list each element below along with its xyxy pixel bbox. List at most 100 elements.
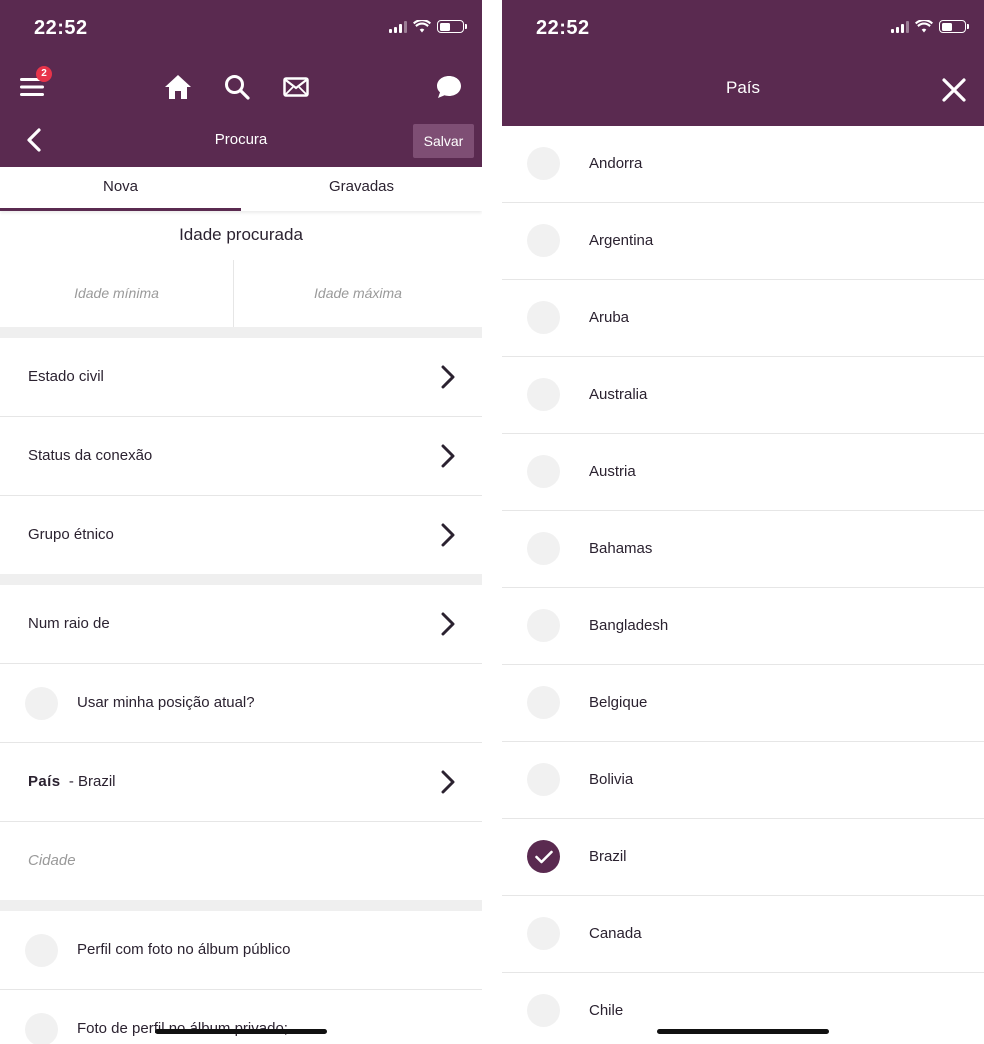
top-navigation: 2 bbox=[0, 66, 482, 108]
country-option[interactable]: Bolivia bbox=[502, 742, 984, 819]
country-picker-screen: 22:52 País Andorra Argentina Aruba Australi… bbox=[502, 0, 984, 1044]
country-option[interactable]: Canada bbox=[502, 896, 984, 973]
check-icon bbox=[534, 850, 553, 863]
country-name: Bangladesh bbox=[589, 617, 669, 634]
public-album-radio[interactable] bbox=[25, 934, 58, 967]
wifi-icon bbox=[413, 20, 431, 33]
connection-status-row[interactable]: Status da conexão bbox=[0, 417, 482, 496]
status-bar: 22:52 bbox=[0, 0, 482, 56]
battery-icon bbox=[939, 20, 969, 33]
chevron-right-icon bbox=[441, 523, 455, 547]
search-button[interactable] bbox=[222, 72, 252, 102]
country-radio[interactable] bbox=[527, 301, 560, 334]
radius-label: Num raio de bbox=[28, 615, 110, 632]
close-button[interactable] bbox=[940, 76, 968, 104]
section-divider bbox=[0, 900, 482, 911]
use-location-radio[interactable] bbox=[25, 687, 58, 720]
country-option[interactable]: Bahamas bbox=[502, 511, 984, 588]
battery-icon bbox=[437, 20, 467, 33]
country-name: Austria bbox=[589, 463, 636, 480]
search-icon bbox=[225, 75, 250, 100]
country-radio[interactable] bbox=[527, 378, 560, 411]
country-option[interactable]: Bangladesh bbox=[502, 588, 984, 665]
chevron-right-icon bbox=[441, 365, 455, 389]
city-input-row[interactable]: Cidade bbox=[0, 822, 482, 900]
wifi-icon bbox=[915, 20, 933, 33]
use-current-location-row[interactable]: Usar minha posição atual? bbox=[0, 664, 482, 743]
title-bar: Procura Salvar bbox=[0, 118, 482, 162]
country-option[interactable]: Aruba bbox=[502, 280, 984, 357]
country-name: Andorra bbox=[589, 155, 643, 172]
header: 22:52 2 Procura Salvar bbox=[0, 0, 482, 167]
screen-separator bbox=[482, 0, 502, 1044]
home-indicator[interactable] bbox=[155, 1029, 327, 1034]
country-name: Australia bbox=[589, 386, 648, 403]
chat-icon bbox=[437, 76, 461, 98]
min-age-input[interactable]: Idade mínima bbox=[0, 260, 234, 327]
radius-row[interactable]: Num raio de bbox=[0, 585, 482, 664]
country-name: Canada bbox=[589, 925, 642, 942]
modal-title: País bbox=[725, 78, 761, 97]
country-radio[interactable] bbox=[527, 455, 560, 488]
country-option[interactable]: Andorra bbox=[502, 126, 984, 203]
age-section-title: Idade procurada bbox=[179, 225, 303, 244]
age-range: Idade mínima Idade máxima bbox=[0, 260, 482, 327]
max-age-input[interactable]: Idade máxima bbox=[234, 260, 482, 327]
country-radio[interactable] bbox=[527, 763, 560, 796]
city-input[interactable]: Cidade bbox=[28, 822, 76, 900]
country-option[interactable]: Brazil bbox=[502, 819, 984, 896]
country-option[interactable]: Belgique bbox=[502, 665, 984, 742]
country-radio[interactable] bbox=[527, 609, 560, 642]
country-option[interactable]: Austria bbox=[502, 434, 984, 511]
country-name: Brazil bbox=[589, 848, 627, 865]
private-album-photo-row[interactable]: Foto de perfil no álbum privado; bbox=[0, 990, 482, 1044]
connection-status-label: Status da conexão bbox=[28, 447, 153, 464]
country-field-name: País bbox=[28, 773, 61, 790]
public-album-label: Perfil com foto no álbum público bbox=[77, 941, 291, 958]
close-icon bbox=[942, 78, 966, 102]
search-screen: 22:52 2 Procura Salvar Nova Gravadas Ida… bbox=[0, 0, 482, 1044]
chevron-right-icon bbox=[441, 612, 455, 636]
country-list: Andorra Argentina Aruba Australia Austria Bah… bbox=[502, 126, 984, 1044]
country-option[interactable]: Argentina bbox=[502, 203, 984, 280]
country-radio[interactable] bbox=[527, 994, 560, 1027]
chevron-right-icon bbox=[441, 770, 455, 794]
country-name: Chile bbox=[589, 1002, 624, 1019]
country-radio[interactable] bbox=[527, 917, 560, 950]
country-radio[interactable] bbox=[527, 224, 560, 257]
page-title: Procura bbox=[214, 131, 268, 148]
country-radio-selected[interactable] bbox=[527, 840, 560, 873]
marital-status-row[interactable]: Estado civil bbox=[0, 338, 482, 417]
messages-button[interactable] bbox=[281, 72, 311, 102]
country-name: Aruba bbox=[589, 309, 630, 326]
country-radio[interactable] bbox=[527, 532, 560, 565]
tab-bar: Nova Gravadas bbox=[0, 167, 482, 211]
status-time: 22:52 bbox=[536, 17, 590, 39]
cellular-signal-icon bbox=[389, 20, 407, 33]
ethnic-group-row[interactable]: Grupo étnico bbox=[0, 496, 482, 574]
tab-nova[interactable]: Nova bbox=[0, 167, 241, 211]
country-radio[interactable] bbox=[527, 686, 560, 719]
chevron-right-icon bbox=[441, 444, 455, 468]
use-location-label: Usar minha posição atual? bbox=[77, 694, 255, 711]
home-button[interactable] bbox=[163, 72, 193, 102]
country-row[interactable]: País - Brazil bbox=[0, 743, 482, 822]
private-album-label: Foto de perfil no álbum privado; bbox=[77, 1020, 288, 1037]
public-album-photo-row[interactable]: Perfil com foto no álbum público bbox=[0, 911, 482, 990]
save-button[interactable]: Salvar bbox=[413, 124, 474, 158]
home-icon bbox=[165, 75, 191, 99]
country-option[interactable]: Australia bbox=[502, 357, 984, 434]
home-indicator[interactable] bbox=[657, 1029, 829, 1034]
country-name: Belgique bbox=[589, 694, 648, 711]
country-name: Argentina bbox=[589, 232, 654, 249]
section-divider bbox=[0, 327, 482, 338]
country-selected-value: - Brazil bbox=[68, 773, 116, 790]
tab-gravadas[interactable]: Gravadas bbox=[241, 167, 482, 211]
country-radio[interactable] bbox=[527, 147, 560, 180]
menu-button[interactable]: 2 bbox=[17, 66, 52, 102]
ethnic-group-label: Grupo étnico bbox=[28, 526, 114, 543]
chat-button[interactable] bbox=[434, 72, 464, 102]
status-bar: 22:52 bbox=[502, 0, 984, 56]
private-album-radio[interactable] bbox=[25, 1013, 58, 1044]
section-divider bbox=[0, 574, 482, 585]
